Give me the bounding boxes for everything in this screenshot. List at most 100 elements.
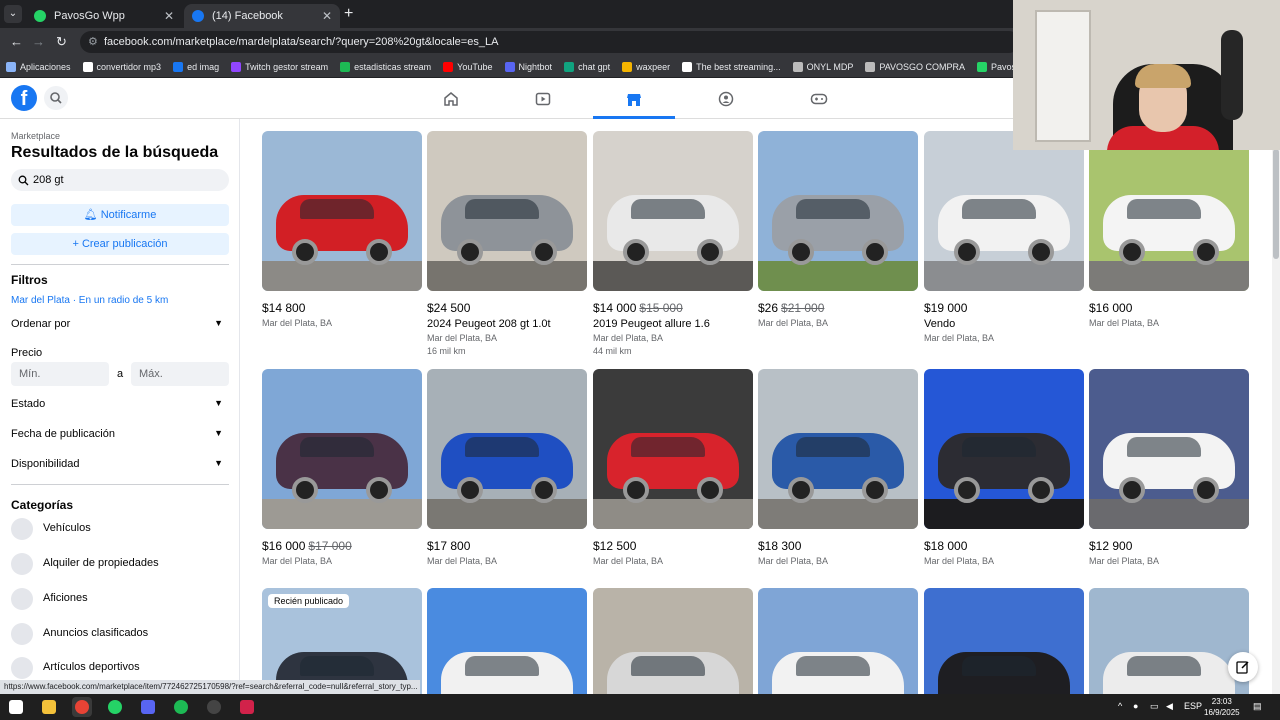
forward-icon[interactable]: → (32, 34, 45, 49)
obs-icon[interactable] (204, 697, 224, 717)
chrome-icon[interactable] (72, 697, 92, 717)
listing-photo[interactable] (758, 131, 918, 291)
tab-search-icon[interactable]: ⌄ (4, 5, 22, 23)
bookmark-item[interactable]: chat gpt (564, 61, 610, 72)
gaming-icon[interactable] (777, 79, 859, 119)
listing-photo[interactable] (758, 369, 918, 529)
listing-photo[interactable] (924, 588, 1084, 694)
discord-icon[interactable] (138, 697, 158, 717)
notification-icon[interactable]: ▤ (1253, 701, 1262, 712)
listing-photo[interactable] (924, 369, 1084, 529)
listing-card[interactable]: $18 300 Mar del Plata, BA (758, 369, 918, 566)
listing-card[interactable]: $19 000 Vendo Mar del Plata, BA (924, 131, 1084, 343)
listing-card[interactable]: $12 900 Mar del Plata, BA (1089, 369, 1249, 566)
volume-icon[interactable]: ◀ (1166, 701, 1173, 712)
reload-icon[interactable]: ↻ (56, 34, 67, 50)
clock[interactable]: 23:03 16/9/2025 (1204, 696, 1240, 718)
create-listing-button[interactable]: + Crear publicación (11, 233, 229, 255)
language-indicator[interactable]: ESP (1184, 701, 1202, 711)
listing-photo[interactable] (427, 588, 587, 694)
price-max-input[interactable]: Máx. (131, 362, 229, 386)
listing-photo[interactable] (1089, 369, 1249, 529)
listing-photo[interactable] (593, 131, 753, 291)
bookmark-item[interactable]: waxpeer (622, 61, 670, 72)
microphone-icon[interactable]: ● (1133, 701, 1138, 711)
listing-photo[interactable] (924, 131, 1084, 291)
sort-dropdown[interactable]: Ordenar por ▼ (11, 318, 229, 330)
listing-photo[interactable] (262, 369, 422, 529)
bookmark-item[interactable]: YouTube (443, 61, 493, 72)
category-sports[interactable]: Artículos deportivos (11, 657, 229, 679)
listing-card[interactable] (593, 588, 753, 694)
close-icon[interactable]: ✕ (322, 9, 332, 23)
back-icon[interactable]: ← (10, 34, 23, 49)
breadcrumb[interactable]: Marketplace (11, 131, 60, 141)
marketplace-icon[interactable] (593, 79, 675, 119)
listing-photo[interactable] (1089, 131, 1249, 291)
bookmark-item[interactable]: ONYL MDP (792, 61, 853, 72)
bookmark-item[interactable]: ed imag (173, 61, 219, 72)
category-hobbies[interactable]: Aficiones (11, 588, 229, 610)
url-field[interactable]: ⚙ facebook.com/marketplace/mardelplata/s… (80, 31, 1020, 53)
listing-card[interactable] (924, 588, 1084, 694)
availability-dropdown[interactable]: Disponibilidad ▼ (11, 458, 229, 470)
listing-photo[interactable] (593, 369, 753, 529)
facebook-logo[interactable]: f (11, 85, 37, 111)
category-vehicles[interactable]: Vehículos (11, 518, 229, 540)
listing-photo[interactable] (427, 369, 587, 529)
new-tab-button[interactable]: + (344, 5, 353, 23)
search-icon[interactable] (44, 86, 68, 110)
windows-start-icon[interactable] (6, 697, 26, 717)
file-explorer-icon[interactable] (39, 697, 59, 717)
scrollbar-thumb[interactable] (1273, 149, 1279, 259)
location-filter[interactable]: Mar del Plata · En un radio de 5 km (11, 295, 168, 306)
listing-card[interactable]: $14 000 $15 000 2019 Peugeot allure 1.6 Mar… (593, 131, 753, 356)
spotify-icon[interactable] (171, 697, 191, 717)
bookmark-item[interactable]: Nightbot (504, 61, 552, 72)
listing-photo[interactable] (1089, 588, 1249, 694)
network-icon[interactable]: ▭ (1150, 701, 1159, 712)
video-icon[interactable] (502, 79, 584, 119)
tab-pavosgo[interactable]: PavosGo Wpp ✕ (26, 4, 182, 28)
listing-card[interactable]: $24 500 2024 Peugeot 208 gt 1.0t Mar del P… (427, 131, 587, 356)
listing-photo[interactable] (427, 131, 587, 291)
listing-photo[interactable] (262, 131, 422, 291)
bookmark-item[interactable]: convertidor mp3 (82, 61, 161, 72)
notify-button[interactable]: 🔔︎ Notificarme (11, 204, 229, 226)
page-scrollbar[interactable] (1272, 119, 1280, 694)
listing-card[interactable]: $16 000 $17 000 Mar del Plata, BA (262, 369, 422, 566)
bookmark-item[interactable]: PAVOSGO COMPRA (865, 61, 965, 72)
listing-card[interactable]: $26 $21 000 Mar del Plata, BA (758, 131, 918, 328)
search-input[interactable]: 208 gt (11, 169, 229, 191)
listing-card[interactable] (758, 588, 918, 694)
listing-card[interactable] (427, 588, 587, 694)
app-icon[interactable] (237, 697, 257, 717)
listing-photo[interactable] (758, 588, 918, 694)
category-rentals[interactable]: Alquiler de propiedades (11, 553, 229, 575)
bookmark-item[interactable]: Twitch gestor stream (231, 61, 328, 72)
listing-photo[interactable] (593, 588, 753, 694)
bookmark-item[interactable]: Aplicaciones (6, 61, 71, 72)
compose-button[interactable] (1228, 652, 1258, 682)
groups-icon[interactable] (685, 79, 767, 119)
listing-card[interactable]: $14 800 Mar del Plata, BA (262, 131, 422, 328)
listing-card[interactable]: $16 000 Mar del Plata, BA (1089, 131, 1249, 328)
listing-photo[interactable]: Recién publicado (262, 588, 422, 694)
site-info-icon[interactable]: ⚙ (88, 31, 98, 53)
listing-card[interactable]: $18 000 Mar del Plata, BA (924, 369, 1084, 566)
listing-card[interactable]: $12 500 Mar del Plata, BA (593, 369, 753, 566)
whatsapp-icon[interactable] (105, 697, 125, 717)
tab-facebook[interactable]: (14) Facebook ✕ (184, 4, 340, 28)
listing-card[interactable]: $17 800 Mar del Plata, BA (427, 369, 587, 566)
close-icon[interactable]: ✕ (164, 9, 174, 23)
home-icon[interactable] (410, 79, 492, 119)
bookmark-item[interactable]: The best streaming... (682, 61, 781, 72)
price-min-input[interactable]: Mín. (11, 362, 109, 386)
state-dropdown[interactable]: Estado ▼ (11, 398, 229, 410)
date-dropdown[interactable]: Fecha de publicación ▼ (11, 428, 229, 440)
listing-card[interactable] (1089, 588, 1249, 694)
tray-chevron-icon[interactable]: ^ (1118, 701, 1122, 711)
category-classifieds[interactable]: Anuncios clasificados (11, 623, 229, 645)
bookmark-item[interactable]: estadisticas stream (340, 61, 431, 72)
listing-card[interactable]: Recién publicado (262, 588, 422, 694)
